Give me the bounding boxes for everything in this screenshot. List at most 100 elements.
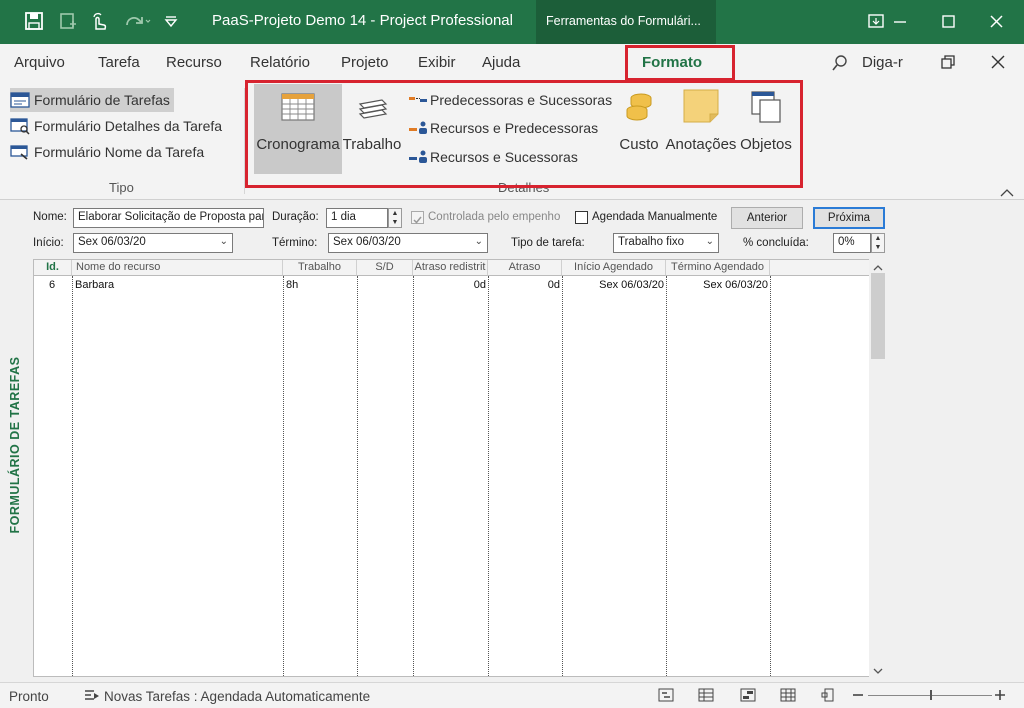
column-header-atraso[interactable]: Atraso: [488, 260, 562, 276]
zoom-slider-thumb[interactable]: [930, 690, 932, 700]
column-divider: [488, 276, 489, 676]
tab-relatorio[interactable]: Relatório: [250, 54, 310, 71]
tab-arquivo[interactable]: Arquivo: [14, 54, 65, 71]
redo-icon[interactable]: [124, 11, 151, 33]
column-header-id[interactable]: Id.: [34, 260, 72, 276]
tipo-tarefa-label: Tipo de tarefa:: [511, 237, 585, 249]
inicio-value: Sex 06/03/20: [78, 236, 146, 248]
column-divider: [357, 276, 358, 676]
nome-label: Nome:: [33, 211, 67, 223]
anterior-button[interactable]: Anterior: [731, 207, 803, 229]
tab-projeto[interactable]: Projeto: [341, 54, 389, 71]
team-planner-view-icon[interactable]: [740, 688, 756, 702]
tell-me-input[interactable]: Diga-r: [862, 54, 903, 71]
chevron-down-icon: ⌄: [219, 236, 228, 247]
status-bar: Pronto Novas Tarefas : Agendada Automati…: [0, 682, 1024, 708]
zoom-in-icon[interactable]: [994, 688, 1010, 702]
duracao-spinner[interactable]: ▲ ▼: [388, 208, 402, 228]
contextual-tab-group: Ferramentas do Formulári...: [536, 0, 716, 44]
termino-field[interactable]: Sex 06/03/20 ⌄: [328, 233, 488, 253]
touch-mode-icon[interactable]: [90, 11, 114, 33]
column-header-trabalho[interactable]: Trabalho: [283, 260, 357, 276]
cell-atraso-redistrib[interactable]: 0d: [416, 279, 486, 291]
agendada-manualmente-checkbox[interactable]: [575, 211, 588, 224]
nome-field[interactable]: Elaborar Solicitação de Proposta par: [73, 208, 264, 228]
zoom-out-icon[interactable]: [852, 688, 868, 702]
maximize-icon[interactable]: [924, 0, 972, 44]
view-title: FORMULÁRIO DE TAREFAS: [8, 356, 22, 534]
lightbulb-search-icon[interactable]: [830, 53, 850, 78]
column-header-inicio-agendado[interactable]: Início Agendado: [562, 260, 666, 276]
minimize-icon[interactable]: [876, 0, 924, 44]
cell-nome-recurso[interactable]: Barbara: [75, 279, 114, 291]
column-divider: [283, 276, 284, 676]
cell-termino-agendado[interactable]: Sex 06/03/20: [669, 279, 768, 291]
ribbon-tabs: Arquivo Tarefa Recurso Relatório Projeto…: [0, 44, 1024, 82]
cell-trabalho[interactable]: 8h: [286, 279, 298, 291]
termino-label: Término:: [272, 237, 318, 249]
view-side-bar: FORMULÁRIO DE TAREFAS: [0, 200, 28, 682]
cell-inicio-agendado[interactable]: Sex 06/03/20: [565, 279, 664, 291]
tab-recurso[interactable]: Recurso: [166, 54, 222, 71]
proxima-button[interactable]: Próxima: [813, 207, 885, 229]
tipo-tarefa-value: Trabalho fixo: [618, 236, 685, 248]
formulario-detalhes-label: Formulário Detalhes da Tarefa: [34, 118, 223, 134]
close-document-icon[interactable]: [990, 54, 1006, 75]
title-bar: PaaS-Projeto Demo 14 - Project Professio…: [0, 0, 1024, 44]
tab-exibir[interactable]: Exibir: [418, 54, 456, 71]
controlada-checkbox[interactable]: [411, 211, 424, 224]
scrollbar-thumb[interactable]: [871, 273, 885, 359]
scroll-down-icon[interactable]: [873, 663, 883, 681]
column-header-sd[interactable]: S/D: [357, 260, 413, 276]
detalhes-group-highlight: [245, 80, 803, 188]
status-ready: Pronto: [9, 689, 49, 704]
column-divider: [666, 276, 667, 676]
report-view-icon[interactable]: [820, 688, 836, 702]
formulario-nome-label: Formulário Nome da Tarefa: [34, 144, 205, 160]
gantt-view-icon[interactable]: [658, 688, 674, 702]
collapse-ribbon-icon[interactable]: [1000, 186, 1014, 200]
column-divider: [562, 276, 563, 676]
cell-atraso[interactable]: 0d: [491, 279, 560, 291]
column-header-empty: [770, 260, 870, 276]
restore-window-icon[interactable]: [940, 54, 956, 75]
chevron-down-icon: ⌄: [474, 236, 483, 247]
concluida-spinner[interactable]: ▲ ▼: [871, 233, 885, 253]
column-divider: [72, 276, 73, 676]
tipo-tarefa-select[interactable]: Trabalho fixo ⌄: [613, 233, 719, 253]
customize-quick-access-icon[interactable]: [164, 11, 188, 33]
new-from-template-icon[interactable]: [58, 11, 82, 33]
task-usage-view-icon[interactable]: [698, 688, 714, 702]
agendada-manualmente-label: Agendada Manualmente: [592, 211, 718, 223]
concluida-label: % concluída:: [743, 237, 809, 249]
tab-ajuda[interactable]: Ajuda: [482, 54, 520, 71]
close-icon[interactable]: [972, 0, 1020, 44]
formulario-de-tarefas-button[interactable]: Formulário de Tarefas: [10, 88, 174, 112]
duracao-field[interactable]: 1 dia: [326, 208, 388, 228]
column-header-termino-agendado[interactable]: Término Agendado: [666, 260, 770, 276]
formulario-nome-tarefa-button[interactable]: Formulário Nome da Tarefa: [10, 140, 204, 164]
task-details-form-icon: [10, 118, 30, 135]
duracao-label: Duração:: [272, 211, 319, 223]
termino-value: Sex 06/03/20: [333, 236, 401, 248]
formulario-de-tarefas-label: Formulário de Tarefas: [34, 92, 170, 108]
column-header-nome-recurso[interactable]: Nome do recurso: [72, 260, 283, 276]
concluida-field[interactable]: 0%: [833, 233, 871, 253]
column-divider: [413, 276, 414, 676]
inicio-field[interactable]: Sex 06/03/20 ⌄: [73, 233, 233, 253]
cell-id[interactable]: 6: [49, 279, 55, 291]
save-icon[interactable]: [24, 11, 48, 33]
chevron-down-icon: ⌄: [705, 236, 714, 247]
tab-tarefa[interactable]: Tarefa: [98, 54, 140, 71]
status-new-tasks[interactable]: Novas Tarefas : Agendada Automaticamente: [104, 689, 370, 704]
formato-tab-highlight: [625, 45, 735, 81]
resource-sheet-view-icon[interactable]: [780, 688, 796, 702]
formulario-detalhes-tarefa-button[interactable]: Formulário Detalhes da Tarefa: [10, 114, 222, 138]
resource-grid: Id. Nome do recurso Trabalho S/D Atraso …: [33, 259, 887, 677]
vertical-scrollbar[interactable]: [869, 259, 887, 677]
column-divider: [770, 276, 771, 676]
column-header-atraso-redistrib[interactable]: Atraso redistrit: [413, 260, 488, 276]
task-name-form-icon: [10, 145, 28, 160]
auto-schedule-icon: [84, 688, 100, 702]
window-title: PaaS-Projeto Demo 14 - Project Professio…: [212, 12, 513, 29]
